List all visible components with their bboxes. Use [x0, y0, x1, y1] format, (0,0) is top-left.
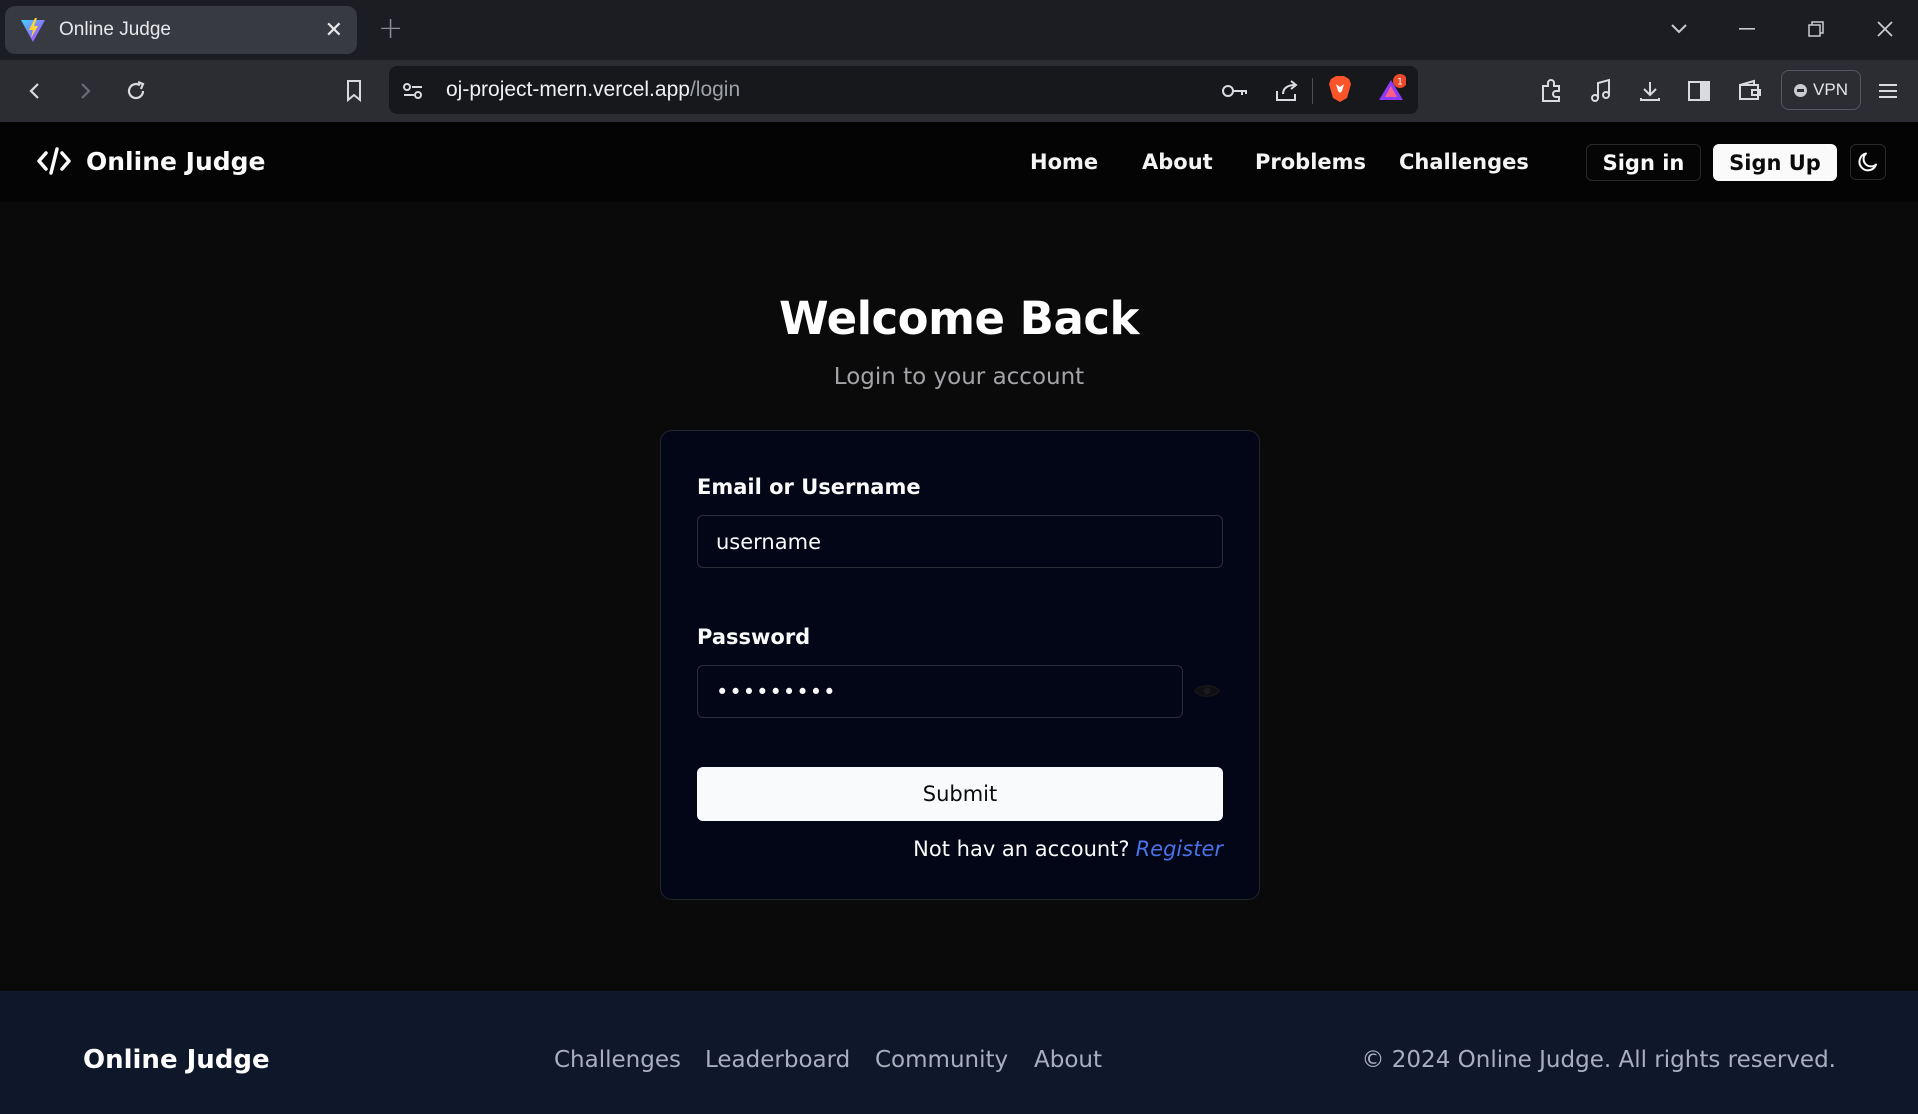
share-icon[interactable]	[1270, 74, 1304, 108]
site-settings-icon[interactable]	[396, 74, 430, 108]
new-tab-icon[interactable]: +	[378, 14, 403, 44]
vite-logo-icon	[21, 18, 45, 42]
downloads-icon[interactable]	[1633, 74, 1667, 108]
copyright-text: © 2024 Online Judge. All rights reserved…	[1361, 1047, 1836, 1073]
sidebar-toggle-icon[interactable]	[1682, 74, 1716, 108]
moon-icon	[1858, 152, 1877, 172]
url-path: /login	[689, 78, 741, 101]
submit-button[interactable]: Submit	[697, 767, 1223, 821]
vpn-status-icon	[1794, 83, 1808, 97]
register-prompt-text: Not hav an account?	[913, 837, 1130, 861]
minimize-icon[interactable]	[1727, 14, 1767, 44]
browser-menu-icon[interactable]	[1871, 74, 1905, 108]
password-input[interactable]: •••••••••	[697, 665, 1183, 718]
forward-icon[interactable]	[68, 74, 102, 108]
footer-brand[interactable]: Online Judge	[83, 1045, 270, 1075]
nav-link-problems[interactable]: Problems	[1255, 150, 1366, 174]
brand-name: Online Judge	[86, 146, 266, 176]
restore-icon[interactable]	[1796, 14, 1836, 44]
footer-link-community[interactable]: Community	[875, 1047, 1008, 1073]
close-window-icon[interactable]	[1865, 14, 1905, 44]
brand-logo[interactable]: Online Judge	[36, 146, 266, 176]
vpn-button[interactable]: VPN	[1781, 70, 1861, 110]
password-key-icon[interactable]	[1218, 74, 1252, 108]
browser-tab[interactable]: Online Judge ✕	[5, 6, 357, 54]
footer-link-challenges[interactable]: Challenges	[554, 1047, 681, 1073]
url-text[interactable]: oj-project-mern.vercel.app/login	[446, 78, 740, 102]
toolbar-divider	[1312, 78, 1313, 104]
url-host: oj-project-mern.vercel.app	[446, 78, 690, 101]
rewards-badge-count: 1	[1397, 78, 1403, 88]
page-title: Welcome Back	[779, 292, 1139, 345]
back-icon[interactable]	[18, 74, 52, 108]
close-tab-icon[interactable]: ✕	[325, 18, 343, 43]
sign-up-button[interactable]: Sign Up	[1713, 144, 1837, 181]
password-label: Password	[697, 625, 811, 649]
show-password-eye-icon[interactable]	[1194, 682, 1220, 704]
reload-icon[interactable]	[119, 74, 153, 108]
page-subtitle: Login to your account	[833, 364, 1085, 390]
extensions-icon[interactable]	[1535, 74, 1569, 108]
tab-title: Online Judge	[59, 19, 171, 40]
brave-shields-icon[interactable]	[1323, 72, 1357, 106]
brave-rewards-icon[interactable]: 1	[1374, 72, 1408, 106]
media-music-icon[interactable]	[1584, 74, 1618, 108]
nav-link-challenges[interactable]: Challenges	[1399, 150, 1529, 174]
code-icon	[37, 147, 71, 175]
nav-link-about[interactable]: About	[1142, 150, 1213, 174]
sign-in-button[interactable]: Sign in	[1586, 144, 1701, 181]
register-prompt-line: Not hav an account? Register	[697, 837, 1223, 861]
email-input[interactable]: username	[697, 515, 1223, 568]
tab-search-icon[interactable]	[1659, 14, 1699, 44]
theme-toggle-button[interactable]	[1850, 144, 1886, 180]
wallet-icon[interactable]	[1733, 74, 1767, 108]
footer-link-leaderboard[interactable]: Leaderboard	[705, 1047, 850, 1073]
email-label: Email or Username	[697, 475, 921, 499]
nav-link-home[interactable]: Home	[1030, 150, 1098, 174]
register-link[interactable]: Register	[1136, 837, 1223, 861]
bookmark-icon[interactable]	[337, 74, 371, 108]
footer-link-about[interactable]: About	[1034, 1047, 1102, 1073]
vpn-label: VPN	[1813, 80, 1848, 99]
